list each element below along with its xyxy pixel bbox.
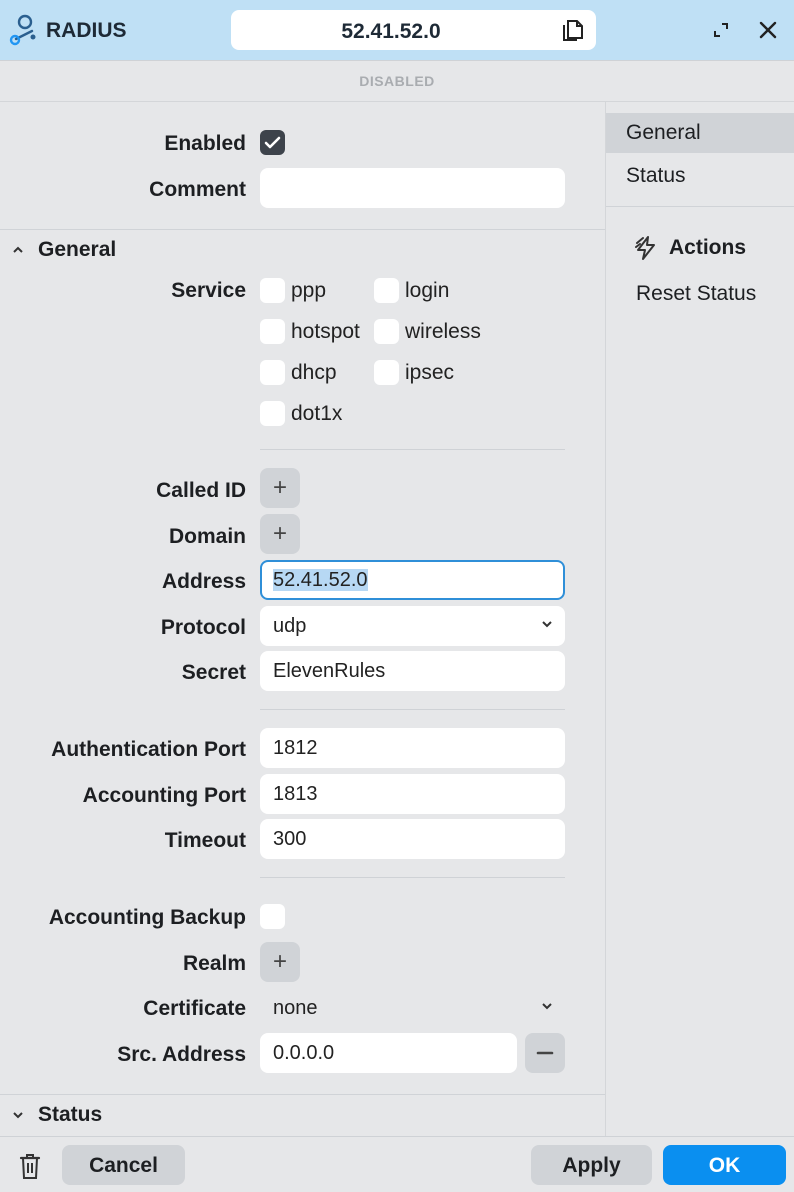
remove-src-address-button[interactable] [525, 1033, 565, 1073]
close-icon[interactable] [756, 18, 780, 42]
service-ppp-label: ppp [291, 279, 327, 302]
service-dot1x-label: dot1x [291, 402, 343, 425]
enabled-checkbox[interactable] [260, 130, 285, 155]
sidebar-divider [606, 206, 794, 207]
acct-port-label: Accounting Port [82, 784, 246, 807]
acct-backup-checkbox[interactable] [260, 904, 285, 929]
domain-label: Domain [168, 525, 246, 548]
divider [260, 709, 565, 710]
plus-icon: + [272, 474, 287, 501]
enabled-label: Enabled [164, 132, 246, 155]
service-label: Service [171, 279, 246, 302]
state-bar: DISABLED [0, 60, 794, 102]
service-dhcp-label: dhcp [291, 361, 337, 384]
apply-button[interactable]: Apply [531, 1145, 652, 1185]
divider [260, 877, 565, 878]
certificate-select[interactable]: none [260, 988, 565, 1028]
protocol-label: Protocol [160, 616, 246, 639]
timeout-label: Timeout [164, 829, 246, 852]
main-form: Enabled Comment General Service ppp logi… [0, 102, 605, 1136]
service-dhcp-checkbox[interactable] [260, 360, 285, 385]
service-wireless-checkbox[interactable] [374, 319, 399, 344]
certificate-label: Certificate [143, 997, 246, 1020]
chevron-down-icon [542, 621, 552, 628]
add-domain-button[interactable]: + [260, 514, 300, 554]
footer: Cancel Apply OK [0, 1136, 794, 1192]
sidebar: General Status Actions Reset Status [605, 102, 794, 1136]
service-ipsec-label: ipsec [405, 361, 455, 384]
service-ppp-checkbox[interactable] [260, 278, 285, 303]
src-address-input[interactable]: 0.0.0.0 [260, 1033, 517, 1073]
add-realm-button[interactable]: + [260, 942, 300, 982]
sidebar-item-status[interactable]: Status [606, 156, 794, 196]
checkmark-icon [264, 136, 281, 149]
lightning-icon [635, 236, 655, 260]
plus-icon: + [272, 948, 287, 975]
section-divider [0, 229, 605, 230]
protocol-select[interactable]: udp [260, 606, 565, 646]
secret-label: Secret [181, 661, 246, 684]
address-input[interactable]: 52.41.52.0 [260, 560, 565, 600]
service-login-label: login [405, 279, 450, 302]
chevron-down-icon [542, 1003, 552, 1010]
called-id-label: Called ID [156, 479, 246, 502]
auth-port-label: Authentication Port [51, 738, 246, 761]
minus-icon [536, 1051, 554, 1055]
restore-window-icon[interactable] [709, 18, 733, 42]
status-section-title[interactable]: Status [38, 1103, 102, 1127]
certificate-value: none [273, 997, 318, 1019]
service-hotspot-checkbox[interactable] [260, 319, 285, 344]
comment-label: Comment [149, 178, 246, 201]
radius-app-icon [9, 14, 36, 46]
address-value: 52.41.52.0 [273, 569, 368, 591]
title-address: 52.41.52.0 [341, 20, 441, 43]
reset-status-action[interactable]: Reset Status [636, 282, 756, 306]
divider [260, 449, 565, 450]
timeout-input[interactable]: 300 [260, 819, 565, 859]
section-divider [0, 1094, 605, 1095]
service-wireless-label: wireless [405, 320, 481, 343]
state-text: DISABLED [359, 73, 435, 89]
protocol-value: udp [273, 615, 307, 637]
app-title: RADIUS [46, 19, 127, 42]
ok-button[interactable]: OK [663, 1145, 786, 1185]
service-login-checkbox[interactable] [374, 278, 399, 303]
service-ipsec-checkbox[interactable] [374, 360, 399, 385]
address-label: Address [161, 570, 246, 593]
secret-input[interactable]: ElevenRules [260, 651, 565, 691]
chevron-up-icon[interactable] [12, 244, 24, 256]
actions-title: Actions [669, 236, 747, 259]
service-dot1x-checkbox[interactable] [260, 401, 285, 426]
sidebar-item-general[interactable]: General [606, 113, 794, 153]
acct-port-input[interactable]: 1813 [260, 774, 565, 814]
comment-input[interactable] [260, 168, 565, 208]
chevron-down-icon[interactable] [12, 1109, 24, 1121]
service-hotspot-label: hotspot [291, 320, 360, 343]
copy-icon[interactable] [560, 17, 586, 43]
auth-port-input[interactable]: 1812 [260, 728, 565, 768]
src-address-label: Src. Address [117, 1043, 246, 1066]
trash-icon[interactable] [16, 1151, 44, 1181]
cancel-button[interactable]: Cancel [62, 1145, 185, 1185]
plus-icon: + [272, 520, 287, 547]
general-section-title[interactable]: General [38, 238, 116, 262]
window-header: RADIUS 52.41.52.0 [0, 0, 794, 60]
title-address-box: 52.41.52.0 [231, 10, 596, 50]
add-called-id-button[interactable]: + [260, 468, 300, 508]
acct-backup-label: Accounting Backup [48, 906, 246, 929]
realm-label: Realm [182, 952, 246, 975]
